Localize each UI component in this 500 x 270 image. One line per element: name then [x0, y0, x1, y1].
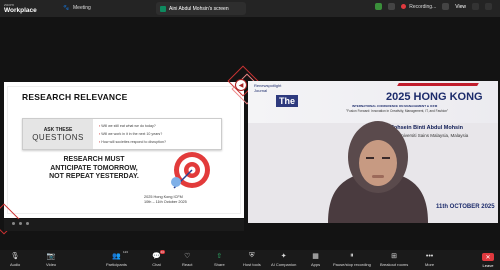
ask-heading: ASK THESE QUESTIONS — [23, 119, 93, 149]
more-label: More — [425, 262, 435, 267]
screen-share-tab[interactable]: Aini Abdul Mohsin's screen — [156, 2, 246, 15]
host-tools-label: Host tools — [243, 262, 261, 267]
title-bar: zoom Workplace 🐾 Meeting Aini Abdul Mohs… — [0, 0, 500, 17]
audio-label: Audio — [10, 262, 21, 267]
recording-label: Recording... — [409, 3, 437, 10]
apps-icon: ▦ — [312, 253, 319, 260]
ai-companion-button[interactable]: ✦ AI Companion — [271, 252, 296, 267]
top-right-tools: Recording... View — [375, 3, 492, 10]
sparkle-icon: ✦ — [280, 253, 287, 260]
slide-title: RESEARCH RELEVANCE — [22, 92, 128, 102]
questions-box: ASK THESE QUESTIONS Will we still eat wh… — [22, 118, 222, 150]
conference-title: 2025 HONG KONG — [386, 91, 483, 103]
participants-count: 123 — [122, 250, 128, 254]
audio-button[interactable]: 🎙 Audio — [10, 252, 20, 267]
participants-label: Participants — [106, 262, 127, 267]
slide-control-dots[interactable] — [12, 222, 29, 225]
record-dot-icon — [401, 4, 407, 9]
shield-check-icon[interactable] — [375, 3, 383, 10]
share-label-bottom: Share — [214, 262, 225, 267]
conference-banner: Renewspotlight Journal The 2025 HONG KON… — [248, 81, 498, 123]
question-item: Will we work in it in the next 10 years? — [99, 132, 162, 136]
heart-icon: ♡ — [184, 253, 191, 260]
breakout-rooms-label: Breakout rooms — [380, 262, 409, 267]
microphone-icon: 🎙 — [10, 253, 20, 260]
slide-side-handle-icon[interactable]: ◀ — [235, 79, 247, 91]
chat-icon: 💬 46 — [152, 250, 165, 260]
apps-button[interactable]: ▦ Apps — [311, 252, 320, 267]
recording-indicator[interactable]: Recording... — [401, 4, 436, 10]
conference-theme: "Fusion Forward: Innovation in Creativit… — [346, 109, 449, 113]
leave-label: Leave — [482, 263, 494, 268]
brand-large: Workplace — [4, 7, 37, 14]
video-button[interactable]: 📷 Video — [46, 252, 56, 267]
meeting-tab[interactable]: 🐾 Meeting — [63, 4, 91, 11]
share-label: Aini Abdul Mohsin's screen — [169, 5, 229, 12]
question-item: How will societies respond to disruption… — [99, 140, 166, 144]
paw-icon: 🐾 — [63, 4, 70, 11]
journal-tag: Renewspotlight Journal — [254, 83, 281, 93]
chat-badge: 46 — [159, 250, 165, 254]
meeting-controls: 🎙 Audio 📷 Video 👥 123 Participants 💬 46 Ch… — [0, 250, 500, 270]
video-label: Video — [46, 262, 57, 267]
ai-companion-label: AI Companion — [271, 262, 297, 267]
apps-label: Apps — [311, 262, 321, 267]
target-illustration — [171, 152, 210, 189]
zoom-logo: zoom Workplace — [4, 2, 37, 14]
leave-button[interactable]: ✕ Leave — [482, 253, 494, 268]
share-button[interactable]: ⇧ Share — [214, 252, 225, 267]
speaker-figure — [328, 121, 428, 223]
info-icon[interactable] — [442, 3, 450, 10]
statement-line: ANTICIPATE TOMORROW, — [50, 164, 138, 172]
camera-icon: 📷 — [46, 253, 56, 260]
slide-statement: RESEARCH MUST ANTICIPATE TOMORROW, NOT R… — [34, 156, 154, 182]
participants-button[interactable]: 👥 123 Participants — [106, 250, 128, 267]
more-icon: ••• — [425, 252, 434, 260]
slide-controls — [4, 219, 244, 231]
pause-recording-button[interactable]: ⏸ Pause/stop recording — [333, 252, 371, 267]
journal-line: Journal — [254, 88, 268, 93]
shield-icon: ⛨ — [249, 252, 255, 259]
pause-recording-label: Pause/stop recording — [333, 262, 371, 267]
maximize-icon[interactable] — [485, 3, 492, 10]
speaker-video[interactable]: Renewspotlight Journal The 2025 HONG KON… — [248, 81, 498, 223]
the-logo: The — [276, 95, 299, 107]
share-icon: ⇧ — [216, 253, 223, 260]
statement-line: NOT REPEAT YESTERDAY. — [49, 173, 139, 180]
meeting-label: Meeting — [73, 4, 91, 11]
chat-label: Chat — [152, 262, 161, 267]
react-button[interactable]: ♡ React — [182, 252, 192, 267]
question-item: Will we still eat what we do today? — [99, 124, 156, 128]
react-label: React — [182, 262, 193, 267]
slide-footer: 2025 Hong Kong ICFM 10th – 11th October … — [144, 195, 187, 205]
host-tools-button[interactable]: ⛨ Host tools — [243, 252, 261, 267]
leave-icon: ✕ — [482, 253, 494, 261]
minimize-icon[interactable] — [472, 3, 479, 10]
footer-line: 10th – 11th October 2025 — [144, 200, 187, 204]
view-button[interactable]: View — [455, 4, 466, 10]
more-button[interactable]: ••• More — [425, 252, 435, 268]
statement-line: RESEARCH MUST — [63, 156, 125, 163]
decor-stripe — [397, 83, 479, 86]
conference-subtitle: INTERNATIONAL CONFERENCE ON MANAGEMENT &… — [352, 104, 438, 108]
chat-button[interactable]: 💬 46 Chat — [152, 250, 165, 267]
shared-slide: RESEARCH RELEVANCE ASK THESE QUESTIONS W… — [0, 65, 263, 235]
breakout-rooms-button[interactable]: ⊞ Breakout rooms — [380, 252, 408, 267]
meeting-stage: RESEARCH RELEVANCE ASK THESE QUESTIONS W… — [0, 17, 500, 250]
conference-date: 11th OCTOBER 2025 — [436, 204, 495, 210]
grid-icon: ⊞ — [391, 253, 398, 260]
participants-icon: 👥 123 — [112, 250, 128, 260]
grid-icon[interactable] — [388, 3, 396, 10]
ask-line2: QUESTIONS — [32, 132, 84, 142]
pause-icon: ⏸ — [350, 252, 354, 259]
screen-share-icon — [160, 5, 166, 12]
